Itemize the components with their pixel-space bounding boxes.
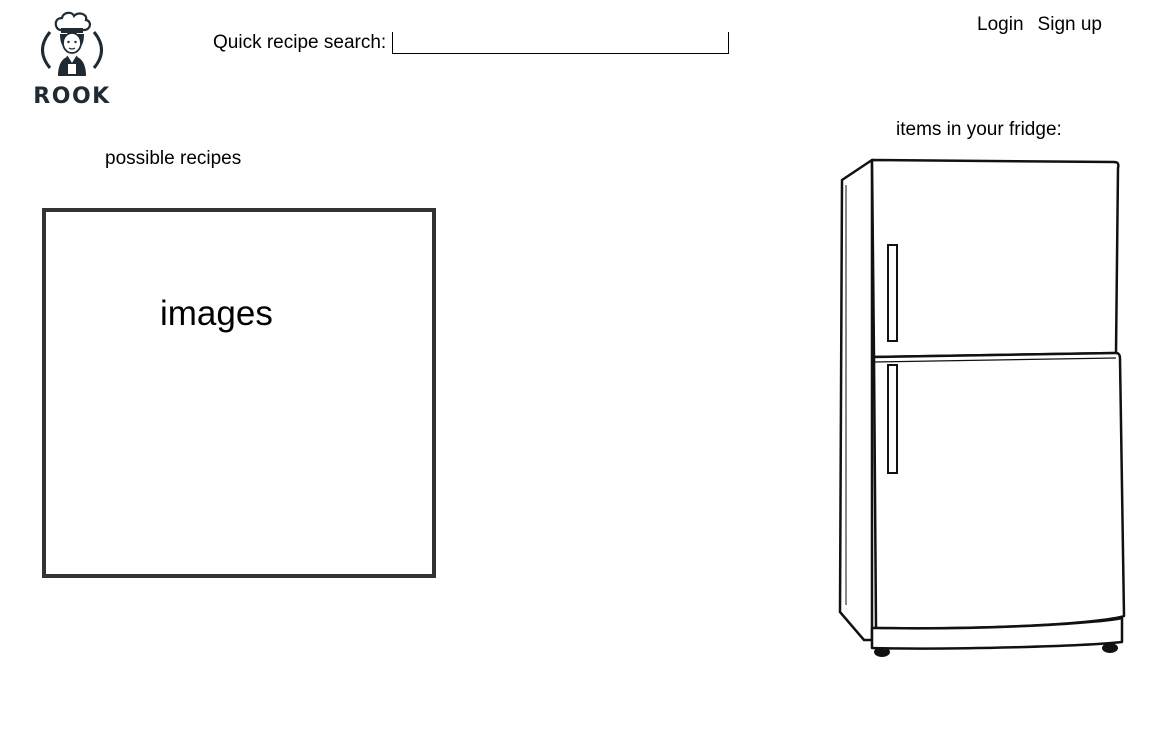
search-field-frame[interactable] xyxy=(392,32,730,54)
recipe-images-panel[interactable]: images xyxy=(42,208,436,578)
fridge-items-heading: items in your fridge: xyxy=(896,119,1062,140)
refrigerator-icon[interactable] xyxy=(806,150,1166,665)
login-link[interactable]: Login xyxy=(977,14,1024,36)
images-placeholder-label: images xyxy=(160,294,273,333)
chef-icon xyxy=(41,11,103,76)
possible-recipes-heading: possible recipes xyxy=(105,148,242,169)
brand-logo[interactable]: ROOK xyxy=(24,10,120,109)
search-label: Quick recipe search: xyxy=(213,32,387,53)
signup-link[interactable]: Sign up xyxy=(1038,14,1102,36)
quick-recipe-search: Quick recipe search: xyxy=(213,30,730,54)
brand-wordmark: ROOK xyxy=(33,84,111,109)
auth-links: Login Sign up xyxy=(977,14,1102,36)
search-input[interactable] xyxy=(393,32,729,53)
